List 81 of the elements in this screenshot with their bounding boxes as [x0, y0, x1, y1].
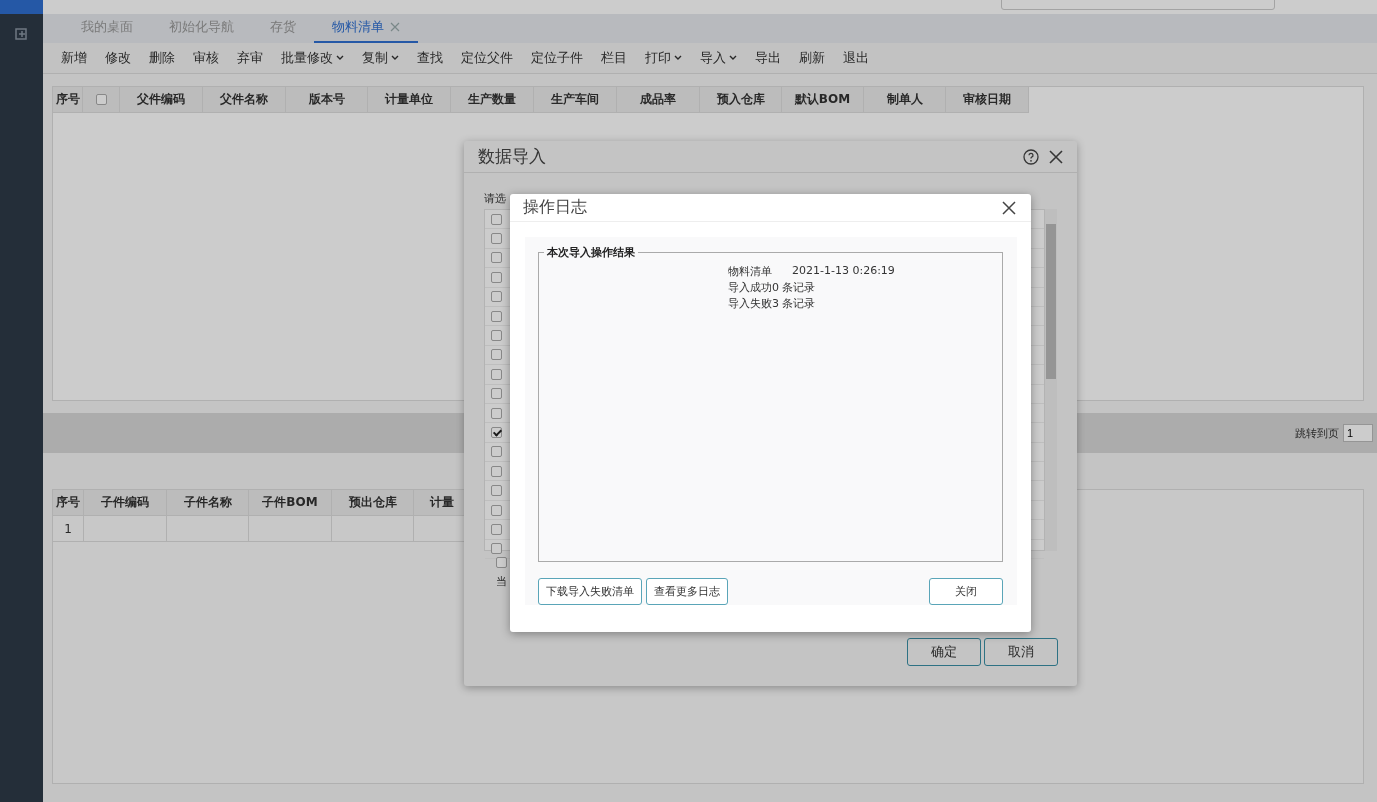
column-header[interactable]: 父件编码 [120, 87, 203, 113]
caret-icon [391, 55, 399, 61]
column-header[interactable]: 序号 [53, 87, 83, 113]
caret-icon [674, 55, 682, 61]
jump-label: 跳转到页 [1295, 425, 1339, 441]
search-field[interactable] [1001, 0, 1275, 10]
checkbox[interactable] [491, 291, 502, 303]
column-header[interactable]: 审核日期 [946, 87, 1029, 113]
toolbar-button[interactable]: 弃审 [229, 49, 271, 67]
prompt-label: 请选 [484, 191, 506, 207]
scrollbar[interactable] [1045, 209, 1057, 551]
column-header[interactable]: 父件名称 [203, 87, 286, 113]
log-text: 2021-1-13 0:26:19 [792, 264, 895, 279]
group-title: 本次导入操作结果 [544, 245, 638, 260]
dialog-button[interactable]: 关闭 [929, 578, 1003, 605]
checkbox[interactable] [491, 349, 502, 361]
checkbox[interactable] [491, 543, 502, 555]
column-header[interactable]: 子件编码 [84, 490, 167, 516]
checkbox[interactable] [491, 523, 502, 535]
column-header[interactable]: 默认BOM [782, 87, 864, 113]
toolbar-button[interactable]: 导出 [747, 49, 789, 67]
toolbar-button[interactable]: 查找 [409, 49, 451, 67]
status-text: 当 [496, 574, 508, 589]
toolbar-button[interactable]: 审核 [185, 49, 227, 67]
column-header[interactable]: 预出仓库 [332, 490, 414, 516]
toolbar-button[interactable]: 删除 [141, 49, 183, 67]
checkbox[interactable] [491, 330, 502, 342]
help-icon[interactable] [1023, 148, 1039, 165]
log-text: 物料清单 [728, 264, 772, 279]
dialog-button[interactable]: 下载导入失败清单 [538, 578, 642, 605]
toolbar-button[interactable]: 新增 [53, 49, 95, 67]
logo-icon [0, 0, 43, 14]
column-header[interactable]: 生产车间 [534, 87, 617, 113]
toolbar-button[interactable]: 刷新 [791, 49, 833, 67]
checkbox[interactable] [491, 233, 502, 245]
dialog-title: 操作日志 [523, 197, 588, 218]
checkbox[interactable] [491, 485, 502, 497]
close-icon[interactable] [1049, 149, 1063, 164]
toolbar-button[interactable]: 退出 [835, 49, 877, 67]
toolbar-button[interactable]: 导入 [692, 49, 745, 67]
caret-icon [729, 55, 737, 61]
column-header[interactable]: 子件BOM [249, 490, 332, 516]
column-header[interactable]: 序号 [53, 490, 84, 516]
checkbox[interactable] [491, 368, 502, 380]
checkbox[interactable] [491, 407, 502, 419]
toolbar-button[interactable]: 定位子件 [523, 49, 591, 67]
toolbar-button[interactable]: 复制 [354, 49, 407, 67]
column-header[interactable]: 版本号 [286, 87, 368, 113]
checkbox[interactable] [491, 446, 502, 458]
log-text: 导入成功0 条记录 [728, 280, 816, 295]
caret-icon [336, 55, 344, 61]
checkbox[interactable] [491, 504, 502, 516]
column-header[interactable]: 预入仓库 [700, 87, 782, 113]
column-header[interactable]: 成品率 [617, 87, 700, 113]
toolbar-button[interactable]: 批量修改 [273, 49, 352, 67]
column-header[interactable]: 子件名称 [167, 490, 249, 516]
checkbox[interactable] [496, 557, 507, 568]
dialog-button[interactable]: 取消 [984, 638, 1058, 666]
checkbox[interactable] [491, 427, 502, 438]
checkbox[interactable] [491, 271, 502, 283]
column-header[interactable]: 计量单位 [368, 87, 451, 113]
close-icon[interactable] [1002, 200, 1016, 215]
table-cell: 1 [53, 516, 84, 542]
checkbox[interactable] [491, 388, 502, 400]
page-field[interactable]: 1 [1343, 424, 1373, 442]
toolbar-button[interactable]: 栏目 [593, 49, 635, 67]
log-text: 导入失败3 条记录 [728, 296, 816, 311]
toolbar-button[interactable]: 修改 [97, 49, 139, 67]
window-icon[interactable] [13, 26, 30, 42]
checkbox[interactable] [491, 252, 502, 264]
checkbox[interactable] [491, 310, 502, 322]
dialog-button[interactable]: 确定 [907, 638, 981, 666]
checkbox[interactable] [95, 94, 107, 105]
column-header[interactable]: 制单人 [864, 87, 946, 113]
dialog-button[interactable]: 查看更多日志 [646, 578, 728, 605]
dialog-title: 数据导入 [478, 145, 547, 168]
checkbox[interactable] [491, 465, 502, 477]
column-header[interactable]: 生产数量 [451, 87, 534, 113]
toolbar-button[interactable]: 定位父件 [453, 49, 521, 67]
checkbox[interactable] [491, 213, 502, 225]
toolbar-button[interactable]: 打印 [637, 49, 690, 67]
